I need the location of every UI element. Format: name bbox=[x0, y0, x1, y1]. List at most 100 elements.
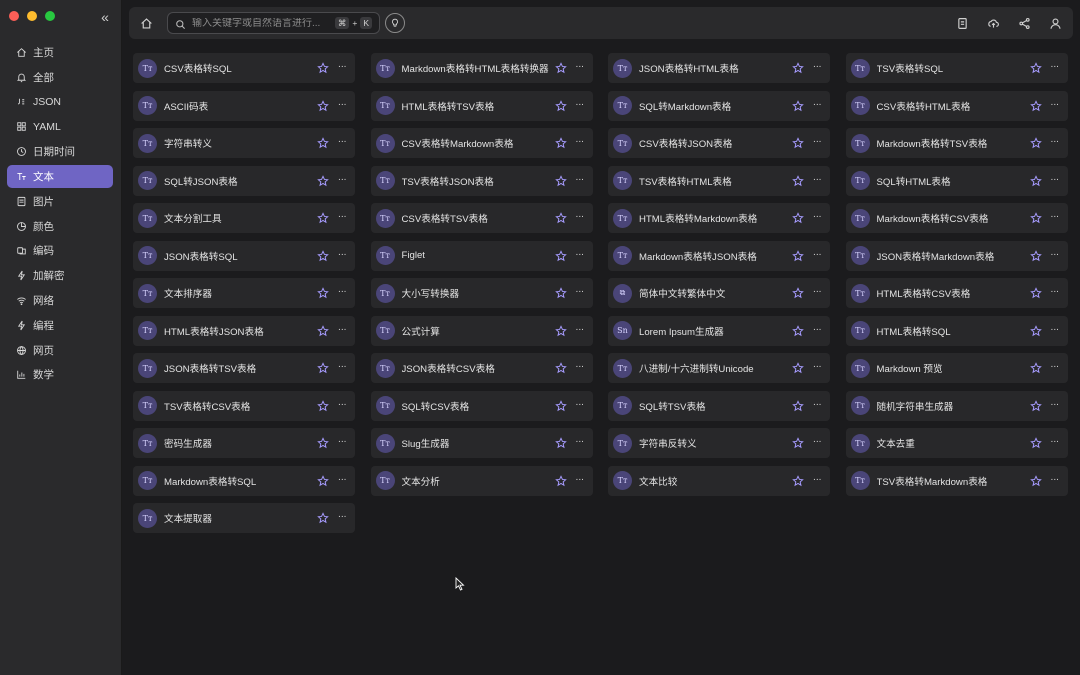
favorite-star-icon[interactable] bbox=[1029, 324, 1043, 337]
tool-card[interactable]: Tт 公式计算 ··· bbox=[370, 315, 593, 346]
more-options-icon[interactable]: ··· bbox=[1048, 136, 1062, 149]
tool-card[interactable]: Tт Figlet ··· bbox=[370, 240, 593, 271]
more-options-icon[interactable]: ··· bbox=[573, 361, 587, 374]
favorite-star-icon[interactable] bbox=[317, 399, 330, 412]
favorite-star-icon[interactable] bbox=[317, 286, 330, 299]
favorite-star-icon[interactable] bbox=[1029, 99, 1043, 112]
more-options-icon[interactable]: ··· bbox=[335, 249, 349, 262]
more-options-icon[interactable]: ··· bbox=[810, 99, 824, 112]
more-options-icon[interactable]: ··· bbox=[335, 136, 349, 149]
favorite-star-icon[interactable] bbox=[317, 61, 330, 74]
tool-card[interactable]: Tт 文本比较 ··· bbox=[608, 465, 830, 496]
more-options-icon[interactable]: ··· bbox=[810, 361, 824, 374]
more-options-icon[interactable]: ··· bbox=[1048, 324, 1062, 337]
tool-card[interactable]: Tт 密码生成器 ··· bbox=[133, 428, 355, 458]
tool-card[interactable]: Tт HTML表格转Markdown表格 ··· bbox=[608, 203, 830, 233]
more-options-icon[interactable]: ··· bbox=[810, 286, 824, 299]
tool-card[interactable]: Tт HTML表格转JSON表格 ··· bbox=[133, 315, 355, 346]
more-options-icon[interactable]: ··· bbox=[810, 436, 824, 449]
favorite-star-icon[interactable] bbox=[1029, 436, 1043, 449]
tool-card[interactable]: Tт 文本排序器 ··· bbox=[133, 278, 355, 308]
sidebar-item-10[interactable]: 网络 bbox=[7, 289, 113, 312]
more-options-icon[interactable]: ··· bbox=[335, 474, 349, 487]
tool-card[interactable]: Tт 八进制/十六进制转Unicode ··· bbox=[608, 353, 830, 383]
favorite-star-icon[interactable] bbox=[554, 286, 568, 299]
favorite-star-icon[interactable] bbox=[317, 249, 330, 262]
more-options-icon[interactable]: ··· bbox=[573, 474, 587, 487]
document-button[interactable] bbox=[954, 15, 970, 31]
tool-card[interactable]: Tт Markdown表格转JSON表格 ··· bbox=[608, 240, 830, 271]
favorite-star-icon[interactable] bbox=[554, 361, 568, 374]
more-options-icon[interactable]: ··· bbox=[335, 511, 349, 524]
more-options-icon[interactable]: ··· bbox=[335, 99, 349, 112]
favorite-star-icon[interactable] bbox=[1029, 61, 1043, 74]
tool-card[interactable]: Tт 大小写转换器 ··· bbox=[370, 278, 593, 308]
tool-card[interactable]: Tт JSON表格转Markdown表格 ··· bbox=[845, 240, 1068, 271]
more-options-icon[interactable]: ··· bbox=[335, 61, 349, 74]
sidebar-item-8[interactable]: 编码 bbox=[7, 239, 113, 262]
favorite-star-icon[interactable] bbox=[554, 474, 568, 487]
more-options-icon[interactable]: ··· bbox=[573, 324, 587, 337]
favorite-star-icon[interactable] bbox=[554, 249, 568, 262]
favorite-star-icon[interactable] bbox=[554, 136, 568, 149]
sidebar-item-1[interactable]: 全部 bbox=[7, 66, 113, 89]
favorite-star-icon[interactable] bbox=[317, 511, 330, 524]
more-options-icon[interactable]: ··· bbox=[1048, 474, 1062, 487]
more-options-icon[interactable]: ··· bbox=[573, 174, 587, 187]
tool-card[interactable]: Tт Markdown表格转TSV表格 ··· bbox=[845, 128, 1068, 158]
favorite-star-icon[interactable] bbox=[792, 399, 805, 412]
tool-card[interactable]: Tт HTML表格转SQL ··· bbox=[845, 315, 1068, 346]
tool-card[interactable]: Tт Slug生成器 ··· bbox=[370, 428, 593, 458]
favorite-star-icon[interactable] bbox=[792, 174, 805, 187]
favorite-star-icon[interactable] bbox=[1029, 211, 1043, 224]
favorite-star-icon[interactable] bbox=[792, 436, 805, 449]
tool-card[interactable]: Tт SQL转JSON表格 ··· bbox=[133, 165, 355, 196]
favorite-star-icon[interactable] bbox=[792, 136, 805, 149]
maximize-window-button[interactable] bbox=[45, 11, 55, 21]
more-options-icon[interactable]: ··· bbox=[810, 249, 824, 262]
tool-card[interactable]: Tт 随机字符串生成器 ··· bbox=[845, 390, 1068, 421]
more-options-icon[interactable]: ··· bbox=[335, 324, 349, 337]
tool-card[interactable]: Tт Markdown表格转HTML表格转换器 ··· bbox=[370, 53, 593, 83]
more-options-icon[interactable]: ··· bbox=[1048, 174, 1062, 187]
favorite-star-icon[interactable] bbox=[317, 361, 330, 374]
favorite-star-icon[interactable] bbox=[1029, 474, 1043, 487]
more-options-icon[interactable]: ··· bbox=[1048, 99, 1062, 112]
tool-card[interactable]: Tт JSON表格转SQL ··· bbox=[133, 240, 355, 271]
favorite-star-icon[interactable] bbox=[792, 99, 805, 112]
sidebar-item-9[interactable]: 加解密 bbox=[7, 264, 113, 287]
user-button[interactable] bbox=[1047, 15, 1063, 31]
tool-card[interactable]: Tт HTML表格转TSV表格 ··· bbox=[370, 90, 593, 121]
more-options-icon[interactable]: ··· bbox=[335, 361, 349, 374]
more-options-icon[interactable]: ··· bbox=[1048, 436, 1062, 449]
tool-card[interactable]: Tт TSV表格转Markdown表格 ··· bbox=[845, 465, 1068, 496]
favorite-star-icon[interactable] bbox=[317, 436, 330, 449]
favorite-star-icon[interactable] bbox=[554, 99, 568, 112]
favorite-star-icon[interactable] bbox=[554, 324, 568, 337]
favorite-star-icon[interactable] bbox=[554, 211, 568, 224]
more-options-icon[interactable]: ··· bbox=[573, 99, 587, 112]
tool-card[interactable]: Tт TSV表格转JSON表格 ··· bbox=[370, 165, 593, 196]
tool-card[interactable]: Tт 字符串转义 ··· bbox=[133, 128, 355, 158]
search-box[interactable]: ⌘ + K bbox=[167, 12, 380, 34]
more-options-icon[interactable]: ··· bbox=[573, 136, 587, 149]
search-input[interactable] bbox=[192, 17, 335, 29]
tool-card[interactable]: Tт Markdown表格转SQL ··· bbox=[133, 465, 355, 496]
favorite-star-icon[interactable] bbox=[317, 136, 330, 149]
tool-card[interactable]: Tт JSON表格转HTML表格 ··· bbox=[608, 53, 830, 83]
more-options-icon[interactable]: ··· bbox=[1048, 211, 1062, 224]
sidebar-item-12[interactable]: 网页 bbox=[7, 339, 113, 362]
more-options-icon[interactable]: ··· bbox=[810, 324, 824, 337]
more-options-icon[interactable]: ··· bbox=[1048, 399, 1062, 412]
ai-suggest-button[interactable] bbox=[385, 13, 405, 33]
more-options-icon[interactable]: ··· bbox=[1048, 361, 1062, 374]
more-options-icon[interactable]: ··· bbox=[810, 61, 824, 74]
favorite-star-icon[interactable] bbox=[792, 61, 805, 74]
tool-card[interactable]: Tт TSV表格转CSV表格 ··· bbox=[133, 390, 355, 421]
minimize-window-button[interactable] bbox=[27, 11, 37, 21]
tool-card[interactable]: Tт SQL转TSV表格 ··· bbox=[608, 390, 830, 421]
more-options-icon[interactable]: ··· bbox=[573, 286, 587, 299]
tool-card[interactable]: Tт CSV表格转Markdown表格 ··· bbox=[370, 128, 593, 158]
favorite-star-icon[interactable] bbox=[1029, 361, 1043, 374]
tool-card[interactable]: Tт 文本去重 ··· bbox=[845, 428, 1068, 458]
